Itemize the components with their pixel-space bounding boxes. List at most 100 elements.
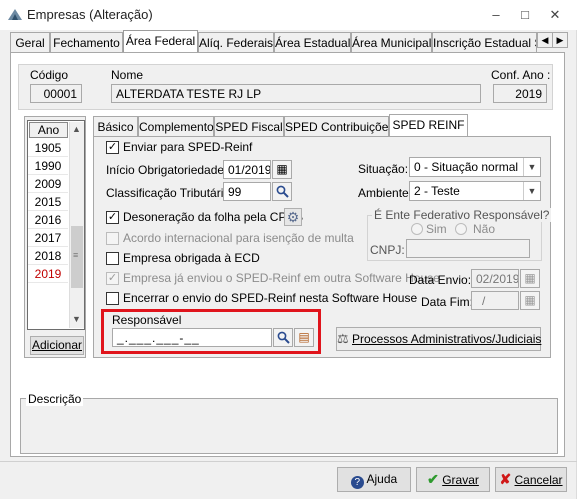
chevron-down-icon[interactable]: ▼ — [523, 182, 540, 200]
scales-icon: ⚖ — [337, 331, 349, 346]
conf-ano-field: 2019 — [493, 84, 547, 103]
scroll-up-icon[interactable]: ▲ — [72, 124, 81, 134]
minimize-button[interactable]: – — [486, 6, 506, 24]
ambiente-select[interactable]: 2 - Teste ▼ — [409, 181, 541, 201]
cnpj-field — [406, 239, 530, 258]
acordo-label: Acordo internacional para isenção de mul… — [123, 231, 354, 245]
title-bar: Empresas (Alteração) – □ ✕ — [0, 0, 577, 30]
nome-label: Nome — [111, 68, 144, 82]
responsavel-field[interactable]: _.___.___-__ — [112, 328, 272, 347]
desoneracao-label: Desoneração da folha pela CPRB — [123, 210, 304, 224]
tab-basico[interactable]: Básico — [93, 116, 138, 136]
ano-item[interactable]: 2017 — [28, 229, 68, 247]
classificacao-field[interactable]: 99 — [223, 182, 271, 201]
inicio-field[interactable]: 01/2019 — [223, 160, 271, 179]
sim-radio — [411, 223, 423, 235]
ano-item[interactable]: 2018 — [28, 247, 68, 265]
conf-ano-label: Conf. Ano : — [491, 68, 551, 82]
ja-enviou-checkbox: ✓ — [106, 272, 119, 285]
scroll-down-icon[interactable]: ▼ — [72, 314, 81, 324]
x-icon: ✘ — [499, 471, 512, 487]
ambiente-value: 2 - Teste — [414, 184, 460, 198]
adicionar-button[interactable]: Adicionar — [30, 336, 84, 355]
sim-label: Sim — [426, 222, 447, 236]
tab-sped-fiscal[interactable]: SPED Fiscal — [214, 116, 284, 136]
ecd-label: Empresa obrigada à ECD — [123, 251, 260, 265]
search-icon[interactable] — [272, 182, 292, 201]
encerrar-checkbox[interactable] — [106, 292, 119, 305]
close-button[interactable]: ✕ — [545, 6, 565, 24]
encerrar-label: Encerrar o envio do SPED-Reinf nesta Sof… — [123, 291, 418, 305]
tab-inscricao-estadual[interactable]: Inscrição Estadual S — [432, 32, 537, 52]
tab-scroll-left-icon[interactable]: ◀ — [537, 32, 553, 48]
codigo-field: 00001 — [30, 84, 82, 103]
gear-icon[interactable]: ⚙ — [284, 208, 302, 226]
calendar-icon[interactable]: ▦ — [272, 160, 292, 179]
acordo-checkbox — [106, 232, 119, 245]
situacao-label: Situação: — [358, 162, 409, 176]
inicio-label: Início Obrigatoriedade: — [106, 163, 228, 177]
ano-item-selected[interactable]: 2019 — [28, 265, 68, 283]
check-icon: ✔ — [427, 471, 439, 487]
processos-button[interactable]: ⚖ Processos Administrativos/Judiciais — [336, 327, 541, 351]
tab-sped-reinf[interactable]: SPED REINF — [389, 114, 468, 137]
enviar-checkbox[interactable]: ✓ — [106, 141, 119, 154]
gravar-button[interactable]: ✔ Gravar — [416, 467, 490, 492]
descricao-label: Descrição — [26, 392, 84, 406]
codigo-label: Código — [30, 68, 69, 82]
ano-item[interactable]: 2015 — [28, 193, 68, 211]
ano-item[interactable]: 2009 — [28, 175, 68, 193]
data-fim-label: Data Fim: — [421, 295, 474, 309]
ja-enviou-label: Empresa já enviou o SPED-Reinf em outra … — [123, 271, 440, 285]
ano-scrollbar[interactable]: ▲ ≡ ▼ — [69, 122, 84, 328]
help-icon: ? — [350, 476, 364, 489]
ano-item[interactable]: 2016 — [28, 211, 68, 229]
processos-label: Processos Administrativos/Judiciais — [352, 332, 542, 346]
tab-scroll-right-icon[interactable]: ▶ — [552, 32, 568, 48]
footer-separator — [0, 461, 577, 462]
enviar-label: Enviar para SPED-Reinf — [123, 140, 253, 154]
window-title: Empresas (Alteração) — [27, 7, 153, 22]
search-icon[interactable] — [273, 328, 293, 347]
data-envio-field: 02/2019 — [471, 269, 519, 288]
app-logo-icon — [8, 9, 22, 20]
classificacao-label: Classificação Tributária: — [106, 186, 234, 200]
tab-geral[interactable]: Geral — [10, 32, 50, 52]
ecd-checkbox[interactable] — [106, 252, 119, 265]
gravar-label: Gravar — [442, 473, 479, 487]
maximize-button[interactable]: □ — [515, 6, 535, 24]
cnpj-label: CNPJ: — [370, 243, 405, 257]
tab-sped-contribuicoes[interactable]: SPED Contribuições — [284, 116, 394, 136]
responsavel-label: Responsável — [112, 313, 182, 327]
grip-icon: ≡ — [73, 250, 79, 260]
tab-area-estadual[interactable]: Área Estadual — [274, 32, 351, 52]
data-envio-label: Data Envio: — [409, 273, 472, 287]
descricao-box — [20, 398, 558, 454]
calendar-icon: ▦ — [520, 291, 540, 310]
ano-list[interactable]: Ano 1905 1990 2009 2015 2016 2017 2018 2… — [27, 120, 85, 330]
situacao-value: 0 - Situação normal — [414, 160, 519, 174]
tab-fechamento[interactable]: Fechamento — [50, 32, 123, 52]
chevron-down-icon[interactable]: ▼ — [523, 158, 540, 176]
window: Empresas (Alteração) – □ ✕ Geral Fechame… — [0, 0, 577, 499]
calendar-icon: ▦ — [520, 269, 540, 288]
ano-item[interactable]: 1990 — [28, 157, 68, 175]
nao-label: Não — [473, 222, 496, 236]
tab-aliq-federais[interactable]: Alíq. Federais — [198, 32, 274, 52]
tab-complemento[interactable]: Complemento — [138, 116, 214, 136]
desoneracao-checkbox[interactable]: ✓ — [106, 211, 119, 224]
situacao-select[interactable]: 0 - Situação normal ▼ — [409, 157, 541, 177]
data-fim-field: / — [471, 291, 519, 310]
ajuda-label: Ajuda — [366, 472, 398, 486]
ano-column-header[interactable]: Ano — [29, 122, 68, 138]
cancelar-label: Cancelar — [514, 473, 563, 487]
nome-field: ALTERDATA TESTE RJ LP — [111, 84, 481, 103]
nao-radio — [455, 223, 467, 235]
ambiente-label: Ambiente: — [358, 186, 413, 200]
record-card-icon[interactable]: ▤ — [294, 328, 314, 347]
ano-item[interactable]: 1905 — [28, 139, 68, 157]
ajuda-button[interactable]: ? Ajuda — [337, 467, 411, 492]
tab-area-municipal[interactable]: Área Municipal — [351, 32, 432, 52]
cancelar-button[interactable]: ✘ Cancelar — [495, 467, 567, 492]
tab-area-federal[interactable]: Área Federal — [123, 30, 198, 53]
